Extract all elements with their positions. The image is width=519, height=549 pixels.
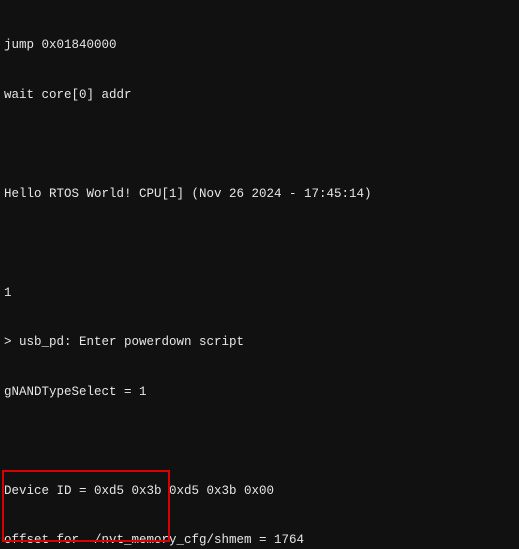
console-line (4, 136, 515, 153)
console-line (4, 235, 515, 252)
console-line: > usb_pd: Enter powerdown script (4, 334, 515, 351)
console-line: offset for /nvt_memory_cfg/shmem = 1764 (4, 532, 515, 549)
terminal-output[interactable]: jump 0x01840000 wait core[0] addr Hello … (0, 0, 519, 549)
console-line: Hello RTOS World! CPU[1] (Nov 26 2024 - … (4, 186, 515, 203)
console-line (4, 433, 515, 450)
console-line: jump 0x01840000 (4, 37, 515, 54)
console-line: wait core[0] addr (4, 87, 515, 104)
console-line: Device ID = 0xd5 0x3b 0xd5 0x3b 0x00 (4, 483, 515, 500)
console-line: gNANDTypeSelect = 1 (4, 384, 515, 401)
console-line: 1 (4, 285, 515, 302)
